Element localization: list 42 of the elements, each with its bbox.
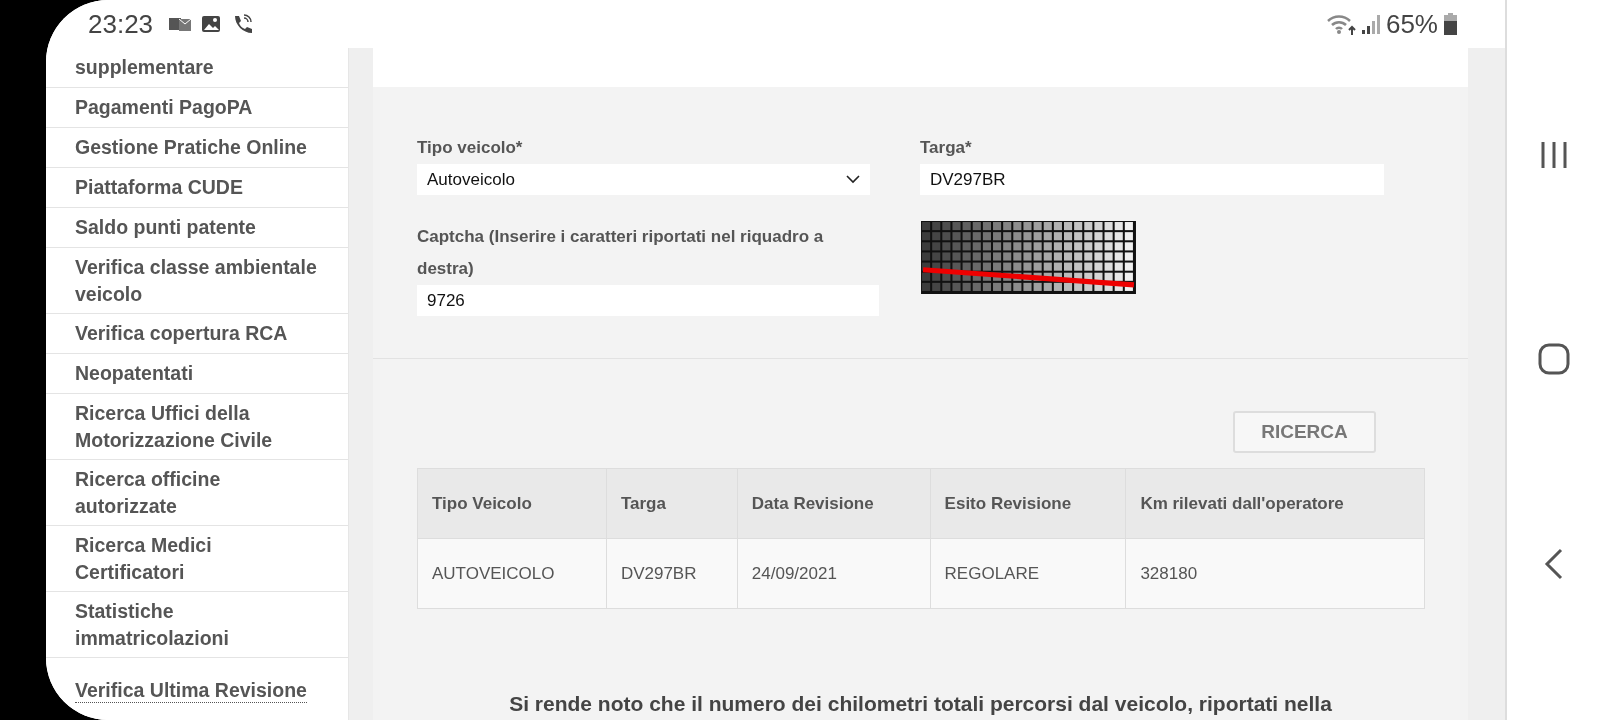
sidebar-item[interactable]: Ricerca Uffici della Motorizzazione Civile [75,399,326,454]
column-header: Targa [606,468,738,539]
sidebar-item[interactable]: supplementare [75,54,214,81]
sidebar-item[interactable]: Gestione Pratiche Online [75,134,307,161]
column-header: Data Revisione [737,468,931,539]
sidebar-item[interactable]: Piattaforma CUDE [75,174,243,201]
sidebar-item[interactable]: Verifica copertura RCA [75,320,288,347]
battery-percent: 65% [1385,8,1438,40]
mail-notification-icon [169,15,192,33]
recent-apps-icon[interactable] [1539,140,1568,170]
battery-icon [1444,13,1457,35]
signal-icon [1361,14,1380,34]
table-cell: DV297BR [606,538,738,609]
sidebar-item[interactable]: Verifica classe ambientale veicolo [75,253,326,308]
image-icon [201,15,222,33]
table-cell: 328180 [1125,538,1425,609]
sidebar-item[interactable]: Verifica Ultima Revisione [75,678,307,703]
sidebar-item[interactable]: Statistiche immatricolazioni [75,597,326,652]
table-cell: AUTOVEICOLO [417,538,607,609]
input-field[interactable]: DV297BR [920,164,1384,195]
column-header: Esito Revisione [930,468,1126,539]
column-header: Km rilevati dall'operatore [1125,468,1425,539]
sidebar-item[interactable]: Pagamenti PagoPA [75,94,253,121]
field-label: Captcha (Inserire i caratteri riportati nel riquadro a destra) [417,226,825,280]
table-cell: 24/09/2021 [737,538,931,609]
sidebar-item[interactable]: Ricerca Medici Certificatori [75,531,326,586]
wifi-icon [1325,13,1356,35]
status-time: 23:23 [88,8,154,40]
search-button[interactable]: RICERCA [1233,411,1376,453]
back-icon[interactable] [1543,548,1564,580]
input-field[interactable]: 9726 [417,285,879,316]
sidebar-item[interactable]: Ricerca officine autorizzate [75,465,326,520]
home-icon[interactable] [1537,343,1570,375]
select-field[interactable]: Autoveicolo [417,164,870,195]
sidebar-item[interactable]: Saldo punti patente [75,214,256,241]
sidebar-item[interactable]: Neopatentati [75,360,194,387]
notice-text: Si rende noto che il numero dei chilometri totali percorsi dal veicolo, riportati nella [508,692,1333,717]
field-label: Targa* [920,137,973,159]
column-header: Tipo Veicolo [417,468,607,539]
chevron-down-icon [846,175,860,184]
field-label: Tipo veicolo* [417,137,524,159]
table-cell: REGOLARE [930,538,1126,609]
